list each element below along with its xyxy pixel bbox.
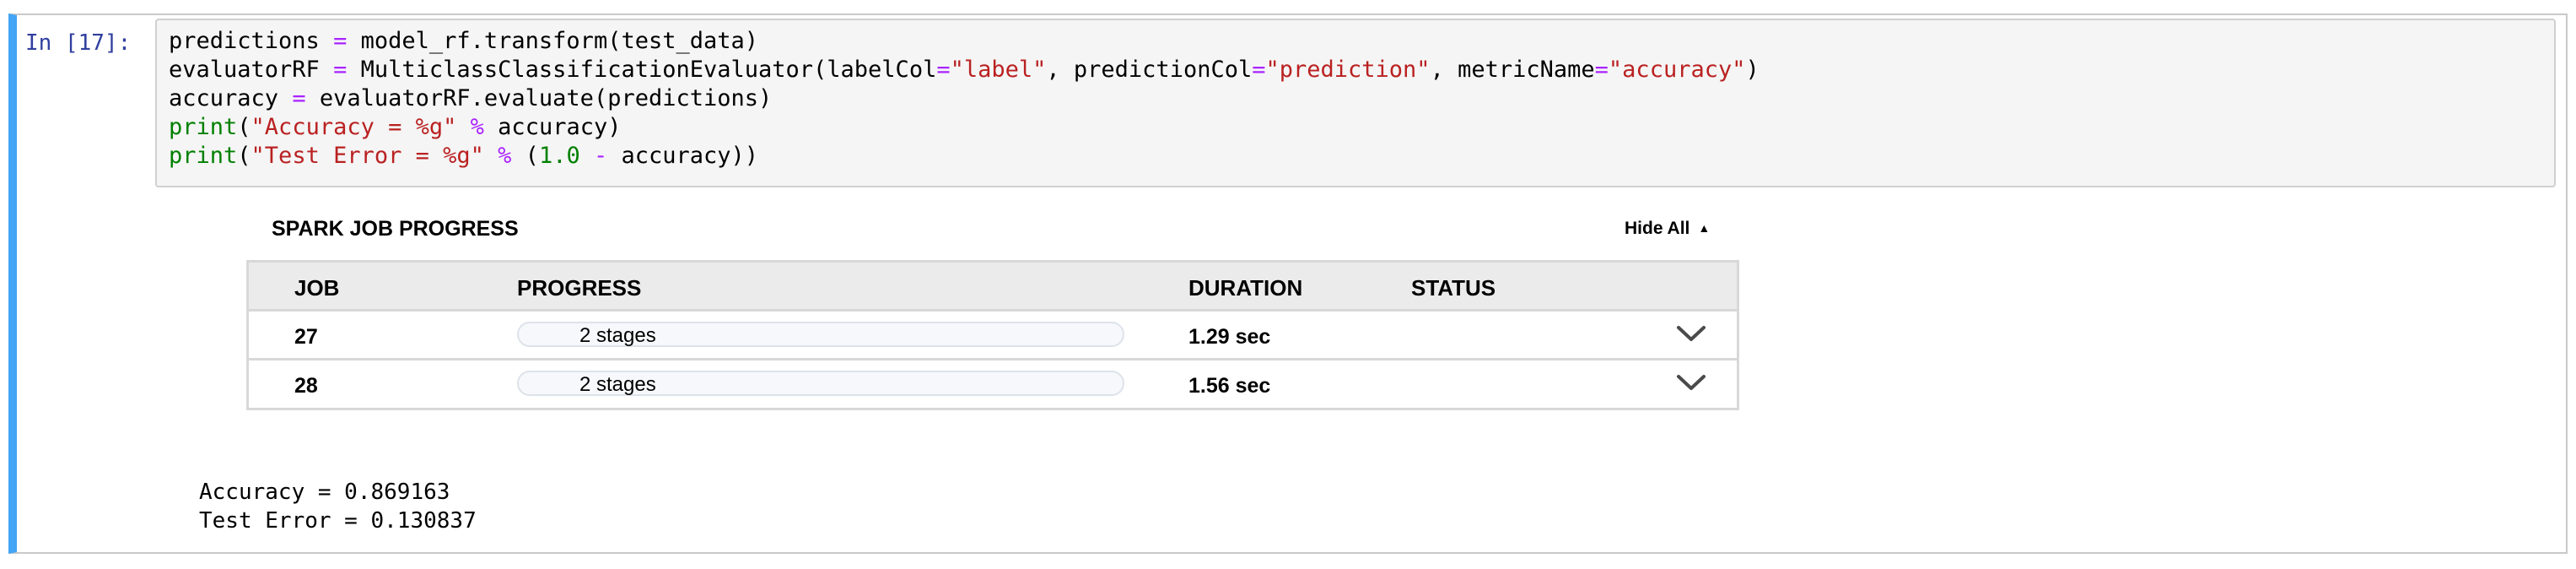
code-token: = <box>936 57 951 83</box>
output-line: Accuracy = 0.869163 <box>199 480 450 505</box>
code-editor[interactable]: predictions = model_rf.transform(test_da… <box>155 19 2556 187</box>
code-token: , predictionCol <box>1046 57 1253 83</box>
code-token: predictions <box>169 28 334 54</box>
spark-progress-title: SPARK JOB PROGRESS <box>272 217 519 241</box>
column-header-duration: DURATION <box>1188 275 1303 301</box>
code-line: print("Accuracy = %g" % accuracy) <box>169 113 621 142</box>
code-token: "label" <box>950 57 1047 83</box>
output-line: Test Error = 0.130837 <box>199 508 477 534</box>
progress-label: 2 stages <box>579 324 656 347</box>
column-header-status: STATUS <box>1411 275 1496 301</box>
code-token: = <box>292 85 306 111</box>
code-token: = <box>333 28 348 54</box>
job-duration: 1.29 sec <box>1188 325 1271 349</box>
job-id: 28 <box>294 374 318 398</box>
code-token: "Test Error = %g" <box>251 143 484 169</box>
code-line: print("Test Error = %g" % (1.0 - accurac… <box>169 142 758 171</box>
code-token: % <box>470 114 484 140</box>
code-token: = <box>1594 57 1609 83</box>
triangle-up-icon: ▲ <box>1698 221 1711 235</box>
code-line: evaluatorRF = MulticlassClassificationEv… <box>169 56 1760 84</box>
code-token: evaluatorRF.evaluate(predictions) <box>305 85 773 111</box>
code-line: predictions = model_rf.transform(test_da… <box>169 27 758 56</box>
code-token: print <box>169 114 238 140</box>
table-header: JOB PROGRESS DURATION STATUS <box>249 263 1737 312</box>
cell-prompt: In [17]: <box>25 30 132 56</box>
code-token: ) <box>1745 57 1760 83</box>
code-token: "Accuracy = %g" <box>251 114 457 140</box>
cell-output: Accuracy = 0.869163 Test Error = 0.130837 <box>199 478 477 535</box>
code-token: % <box>498 143 512 169</box>
code-line: accuracy = evaluatorRF.evaluate(predicti… <box>169 84 772 113</box>
chevron-down-icon[interactable] <box>1676 323 1706 344</box>
hide-all-button[interactable]: Hide All ▲ <box>1625 219 1710 239</box>
code-token: accuracy <box>169 85 293 111</box>
table-row[interactable]: 27 2 stages 1.29 sec <box>249 312 1737 360</box>
code-token: print <box>169 143 238 169</box>
code-token: 1.0 <box>538 143 580 169</box>
code-token: accuracy)) <box>607 143 759 169</box>
code-token: model_rf.transform(test_data) <box>347 28 759 54</box>
code-token: accuracy) <box>483 114 622 140</box>
code-token: ( <box>237 143 251 169</box>
code-token: ( <box>511 143 539 169</box>
column-header-progress: PROGRESS <box>517 275 642 301</box>
progress-label: 2 stages <box>579 373 656 396</box>
code-token: , metricName <box>1430 57 1595 83</box>
code-token: MulticlassClassificationEvaluator(labelC… <box>347 57 937 83</box>
code-token: = <box>1252 57 1266 83</box>
code-token: - <box>593 143 608 169</box>
code-token: evaluatorRF <box>169 57 334 83</box>
job-duration: 1.56 sec <box>1188 374 1271 398</box>
spark-job-table: JOB PROGRESS DURATION STATUS 27 2 stages… <box>246 260 1739 410</box>
column-header-job: JOB <box>294 275 340 301</box>
code-token: = <box>333 57 348 83</box>
chevron-down-icon[interactable] <box>1676 372 1706 393</box>
progress-bar: 2 stages <box>517 322 1124 347</box>
progress-bar: 2 stages <box>517 371 1124 396</box>
job-id: 27 <box>294 325 318 349</box>
code-token: "prediction" <box>1265 57 1431 83</box>
code-token: ( <box>237 114 251 140</box>
code-token: "accuracy" <box>1608 57 1746 83</box>
table-row[interactable]: 28 2 stages 1.56 sec <box>249 360 1737 409</box>
hide-all-label: Hide All <box>1625 219 1690 238</box>
